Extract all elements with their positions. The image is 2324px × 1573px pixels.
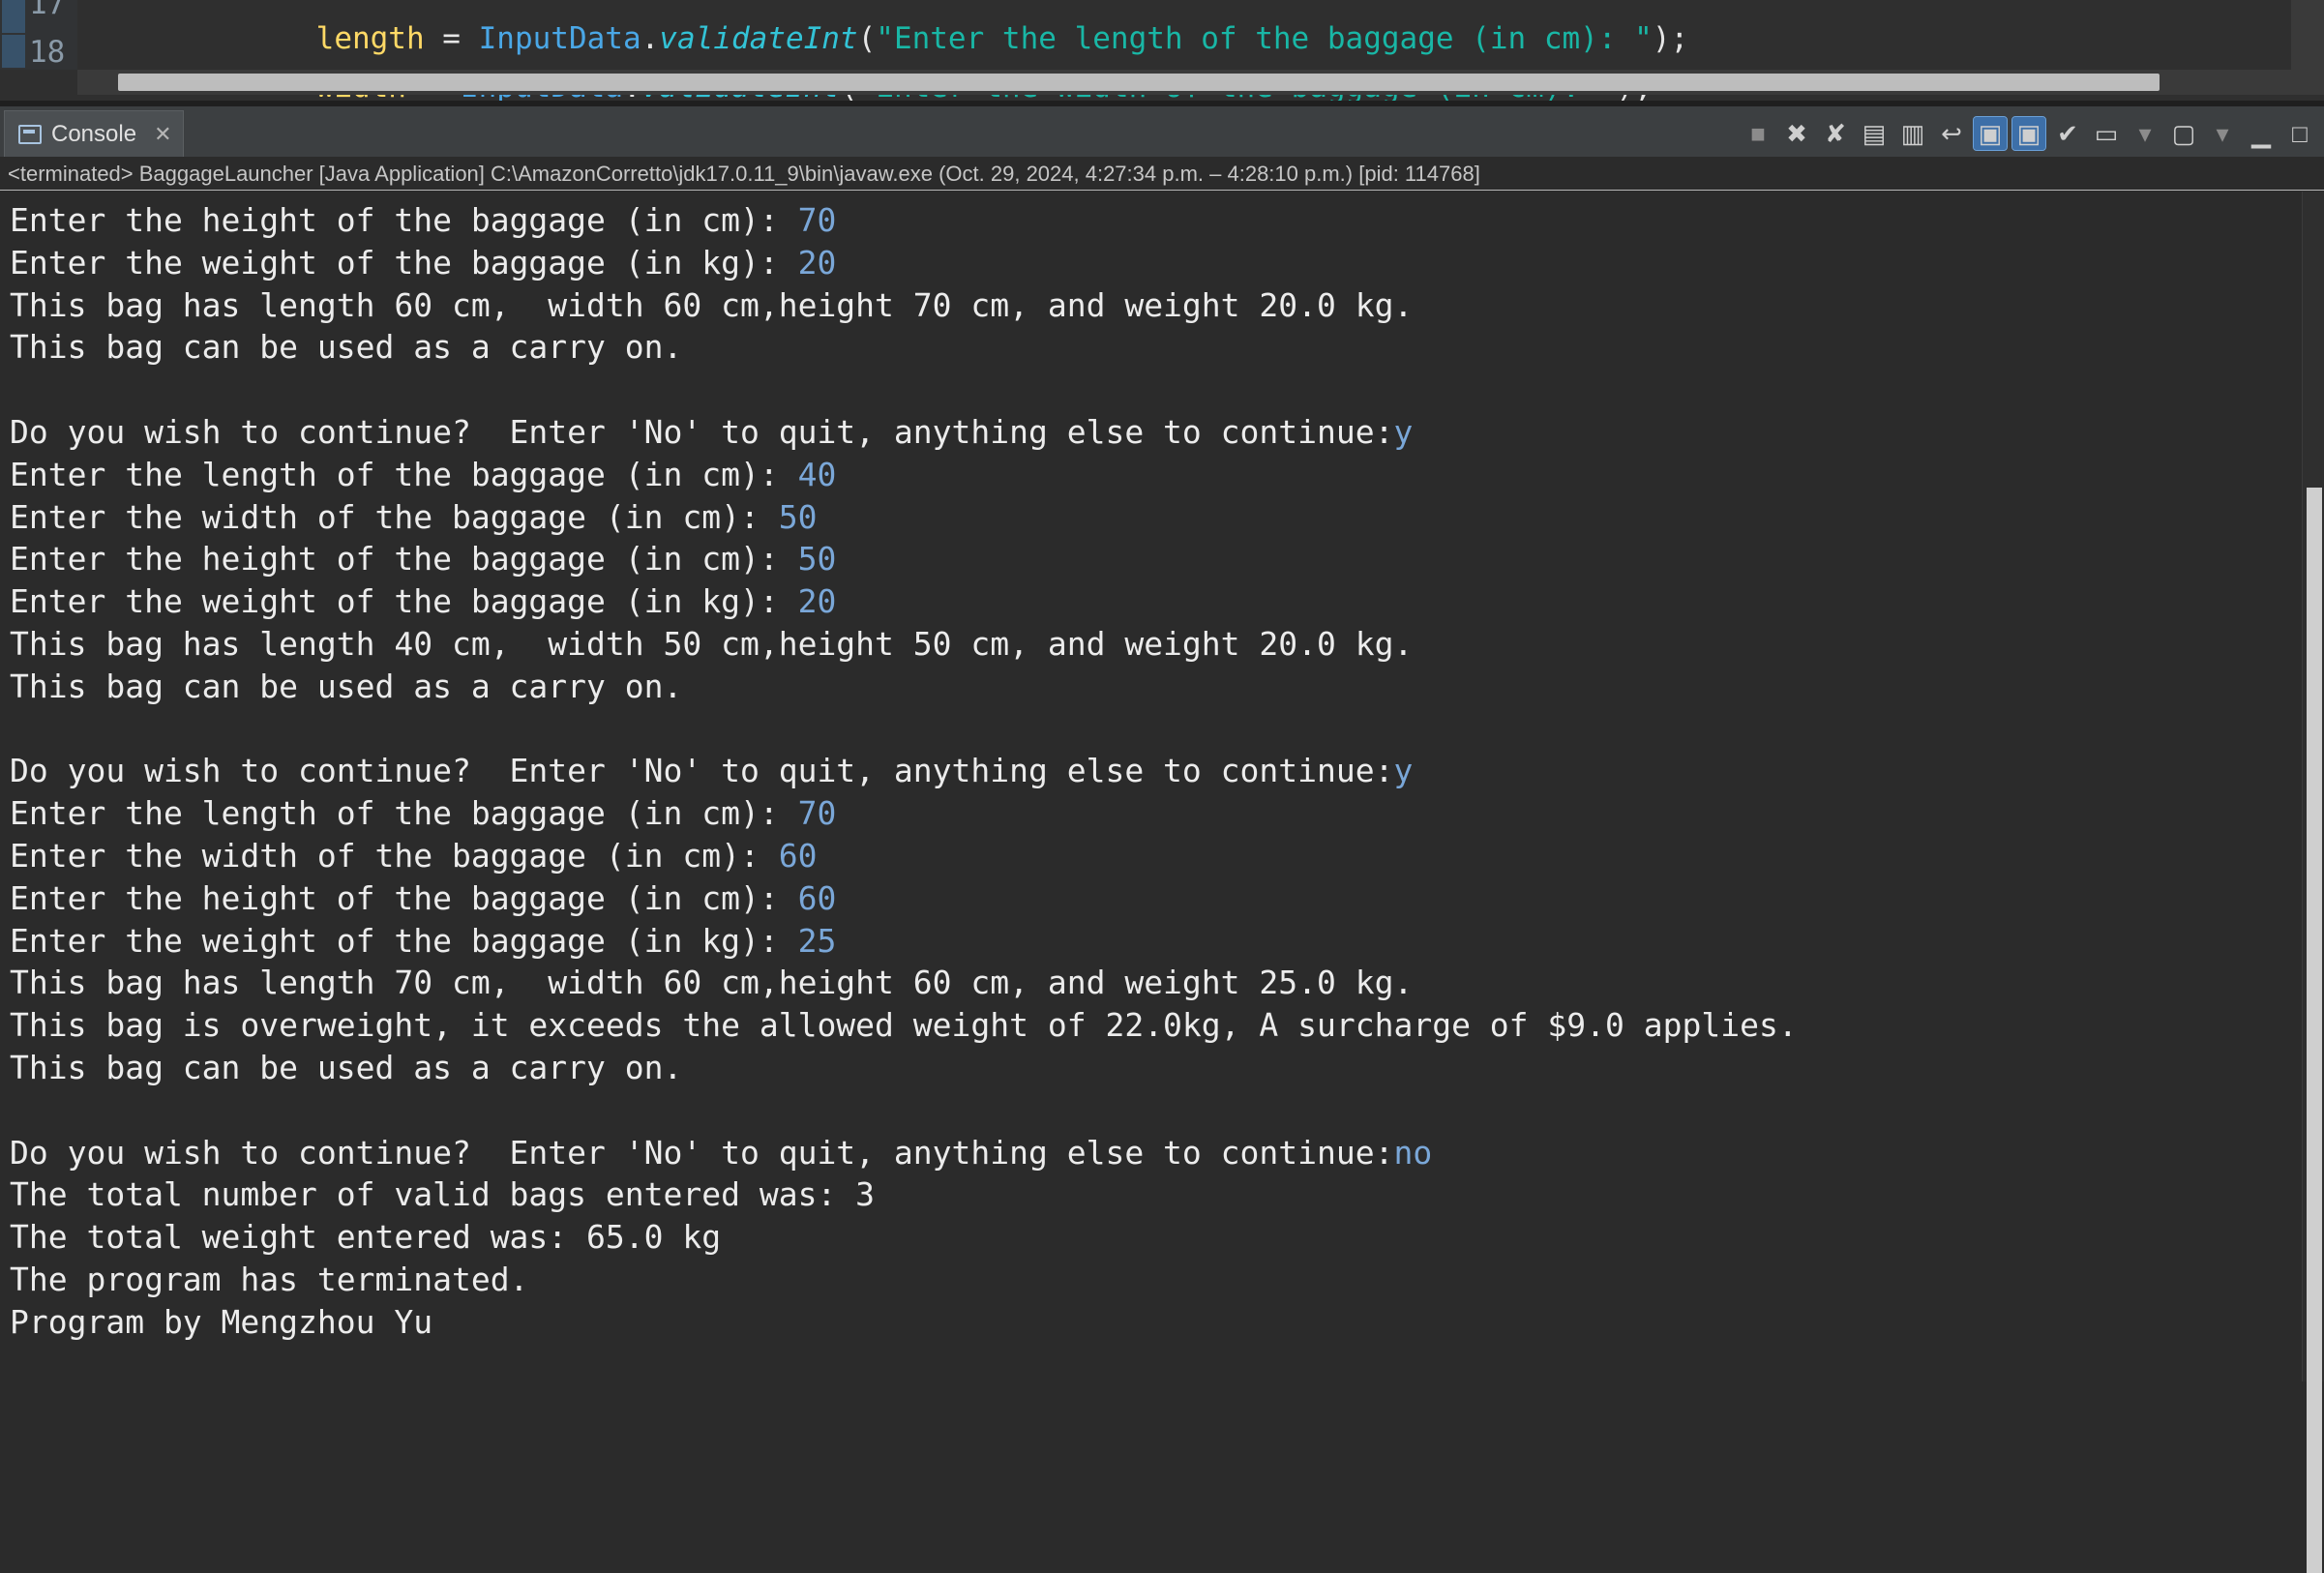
console-view-header: Console ✕ ■ ✖ ✘ ▤ ▥ ↩ ▣ ▣ ✔ ▭ ▾ ▢ ▾ ▁ □ — [0, 106, 2324, 158]
stdout-text: Enter the weight of the baggage (in kg): — [10, 243, 798, 282]
stdout-text: Do you wish to continue? Enter 'No' to q… — [10, 413, 1394, 451]
terminate-icon[interactable]: ■ — [1742, 117, 1774, 150]
stdout-text: Enter the length of the baggage (in cm): — [10, 455, 798, 493]
console-line: Do you wish to continue? Enter 'No' to q… — [10, 411, 1413, 454]
console-line: Enter the height of the baggage (in cm):… — [10, 199, 836, 242]
console-scroll-thumb[interactable] — [2307, 488, 2322, 1573]
stdin-text: 60 — [797, 878, 837, 917]
console-output[interactable]: Enter the height of the baggage (in cm):… — [0, 192, 2303, 1381]
console-line: Do you wish to continue? Enter 'No' to q… — [10, 750, 1413, 792]
console-icon — [18, 124, 42, 144]
bookmark-marker — [2, 0, 25, 33]
console-line: Enter the length of the baggage (in cm):… — [10, 454, 836, 496]
display-console-icon[interactable]: ▭ — [2090, 117, 2123, 150]
stdout-text: This bag has length 40 cm, width 50 cm,h… — [10, 625, 1414, 663]
console-line: Enter the height of the baggage (in cm):… — [10, 538, 836, 580]
console-line: The program has terminated. — [10, 1259, 528, 1301]
stdout-text: Enter the width of the baggage (in cm): — [10, 837, 779, 875]
stdin-text: 60 — [778, 837, 818, 875]
stdin-text: 70 — [797, 794, 837, 833]
bookmark-marker — [2, 35, 25, 68]
pin-console-icon[interactable]: ✔ — [2051, 117, 2084, 150]
stdout-text: Enter the height of the baggage (in cm): — [10, 201, 798, 239]
console-line: This bag has length 70 cm, width 60 cm,h… — [10, 962, 1413, 1004]
stdout-text: Enter the height of the baggage (in cm): — [10, 878, 798, 917]
stdin-text: 20 — [797, 243, 837, 282]
stdout-text: This bag has length 60 cm, width 60 cm,h… — [10, 285, 1414, 324]
console-line: This bag can be used as a carry on. — [10, 326, 682, 369]
stdout-text: The total number of valid bags entered w… — [10, 1175, 876, 1214]
editor-vertical-scrollbar[interactable] — [2291, 0, 2324, 95]
stdout-text: The program has terminated. — [10, 1261, 529, 1298]
dropdown-icon[interactable]: ▾ — [2129, 117, 2161, 150]
console-vertical-scrollbar[interactable] — [2302, 192, 2324, 1573]
stdin-text: 25 — [797, 921, 837, 960]
stdout-text: Program by Mengzhou Yu — [10, 1302, 433, 1341]
console-line: The total weight entered was: 65.0 kg — [10, 1216, 721, 1259]
stdin-text: 50 — [797, 540, 837, 579]
console-line: This bag is overweight, it exceeds the a… — [10, 1004, 1798, 1047]
line-number: 17 — [29, 0, 66, 21]
console-line: This bag has length 40 cm, width 50 cm,h… — [10, 623, 1413, 666]
dropdown-icon[interactable]: ▾ — [2206, 117, 2239, 150]
stdout-text: Do you wish to continue? Enter 'No' to q… — [10, 752, 1394, 790]
stdout-text: Enter the length of the baggage (in cm): — [10, 794, 798, 833]
clear-console-icon[interactable]: ▤ — [1858, 117, 1891, 150]
console-line: Enter the weight of the baggage (in kg):… — [10, 920, 836, 963]
console-line: Do you wish to continue? Enter 'No' to q… — [10, 1132, 1432, 1174]
console-line: Program by Mengzhou Yu — [10, 1301, 432, 1344]
line-number: 18 — [29, 35, 66, 70]
stdin-text: 50 — [778, 497, 818, 536]
open-console-icon[interactable]: ▢ — [2167, 117, 2200, 150]
console-line: This bag has length 60 cm, width 60 cm,h… — [10, 284, 1413, 327]
stdin-text: 40 — [797, 455, 837, 493]
stdout-text: This bag can be used as a carry on. — [10, 667, 683, 705]
console-line: The total number of valid bags entered w… — [10, 1173, 875, 1216]
maximize-icon[interactable]: □ — [2283, 117, 2316, 150]
console-line: This bag can be used as a carry on. — [10, 666, 682, 708]
console-line: Enter the height of the baggage (in cm):… — [10, 877, 836, 920]
console-line: Enter the weight of the baggage (in kg):… — [10, 242, 836, 284]
stdout-text: Enter the width of the baggage (in cm): — [10, 497, 779, 536]
console-toolbar: ■ ✖ ✘ ▤ ▥ ↩ ▣ ▣ ✔ ▭ ▾ ▢ ▾ ▁ □ — [1742, 114, 2316, 153]
process-status: <terminated> BaggageLauncher [Java Appli… — [0, 158, 2324, 191]
remove-all-icon[interactable]: ✘ — [1819, 117, 1852, 150]
stdout-text: This bag has length 70 cm, width 60 cm,h… — [10, 964, 1414, 1002]
stdout-text: This bag can be used as a carry on. — [10, 328, 683, 367]
console-line: This bag can be used as a carry on. — [10, 1047, 682, 1089]
console-line: Enter the weight of the baggage (in kg):… — [10, 580, 836, 623]
close-icon[interactable]: ✕ — [154, 122, 171, 147]
stdin-text: 70 — [797, 201, 837, 239]
stdin-text: 20 — [797, 582, 837, 621]
stdin-text: y — [1393, 413, 1414, 451]
remove-launch-icon[interactable]: ✖ — [1780, 117, 1813, 150]
stdin-text: no — [1393, 1133, 1433, 1172]
code-editor[interactable]: 17 18 length = InputData.validateInt("En… — [0, 0, 2324, 104]
stdout-text: This bag can be used as a carry on. — [10, 1049, 683, 1086]
editor-scroll-thumb[interactable] — [118, 74, 2160, 91]
stdout-text: Do you wish to continue? Enter 'No' to q… — [10, 1133, 1394, 1172]
tab-console[interactable]: Console ✕ — [4, 110, 184, 157]
stdin-text: y — [1393, 752, 1414, 790]
word-wrap-icon[interactable]: ↩ — [1935, 117, 1968, 150]
stdout-text: The total weight entered was: 65.0 kg — [10, 1218, 722, 1257]
scroll-lock-icon[interactable]: ▥ — [1896, 117, 1929, 150]
show-on-stdout-icon[interactable]: ▣ — [1973, 116, 2008, 151]
code-close: ); — [1652, 21, 1689, 56]
show-on-stderr-icon[interactable]: ▣ — [2011, 116, 2046, 151]
stdout-text: Enter the weight of the baggage (in kg): — [10, 582, 798, 621]
console-line: Enter the length of the baggage (in cm):… — [10, 792, 836, 835]
console-line: Enter the width of the baggage (in cm): … — [10, 835, 817, 877]
tab-console-label: Console — [51, 120, 137, 147]
stdout-text: This bag is overweight, it exceeds the a… — [10, 1006, 1798, 1045]
minimize-icon[interactable]: ▁ — [2245, 117, 2278, 150]
stdout-text: Enter the height of the baggage (in cm): — [10, 540, 798, 579]
stdout-text: Enter the weight of the baggage (in kg): — [10, 921, 798, 960]
console-line: Enter the width of the baggage (in cm): … — [10, 496, 817, 539]
